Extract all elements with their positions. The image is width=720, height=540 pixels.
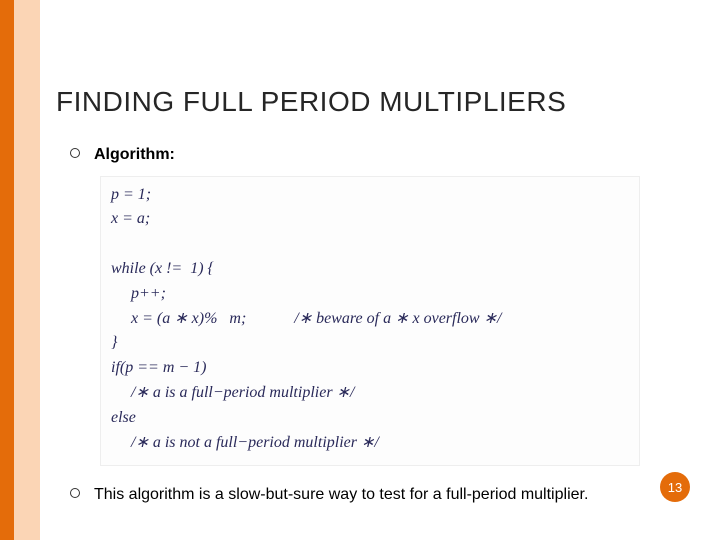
code-line: /∗ a is not a full−period multiplier ∗/: [111, 434, 379, 451]
code-line: x = a;: [111, 210, 150, 227]
code-block: p = 1; x = a; while (x != 1) { p++; x = …: [100, 176, 640, 467]
bullet-list: Algorithm: p = 1; x = a; while (x != 1) …: [70, 144, 680, 506]
list-item: Algorithm:: [70, 144, 680, 166]
code-line: }: [111, 334, 117, 351]
code-line: x = (a ∗ x)% m; /∗ beware of a ∗ x overf…: [111, 310, 501, 327]
bullet-icon: [70, 488, 80, 498]
code-line: if(p == m − 1): [111, 359, 207, 376]
code-line: else: [111, 409, 136, 426]
list-item: This algorithm is a slow-but-sure way to…: [70, 484, 680, 506]
slide-content: FINDING FULL PERIOD MULTIPLIERS Algorith…: [40, 0, 720, 540]
code-line: while (x != 1) {: [111, 260, 214, 277]
accent-bar-inner: [0, 0, 14, 540]
code-line: p = 1;: [111, 186, 151, 203]
page-number: 13: [668, 480, 682, 495]
bullet-icon: [70, 148, 80, 158]
slide-title: FINDING FULL PERIOD MULTIPLIERS: [56, 86, 720, 118]
bullet-label: This algorithm is a slow-but-sure way to…: [94, 484, 588, 506]
bullet-label: Algorithm:: [94, 144, 175, 166]
page-number-badge: 13: [660, 472, 690, 502]
code-line: /∗ a is a full−period multiplier ∗/: [111, 384, 354, 401]
code-line: p++;: [111, 285, 166, 302]
